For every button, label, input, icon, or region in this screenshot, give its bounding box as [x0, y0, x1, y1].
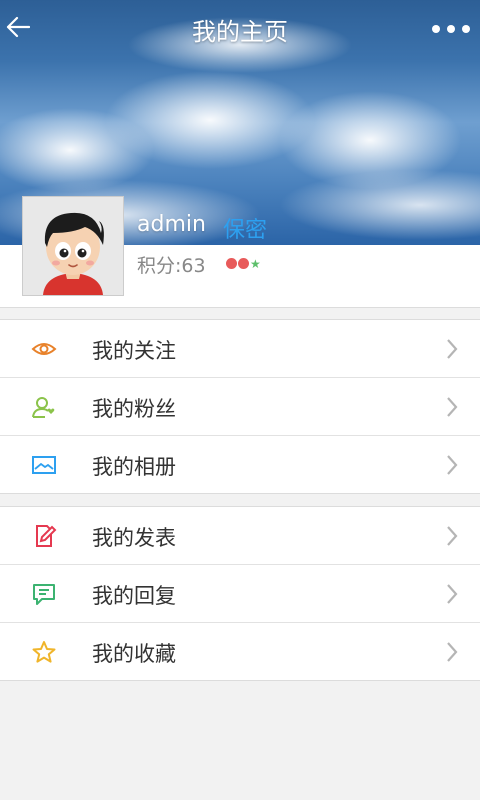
chevron-right-icon [447, 584, 458, 604]
page-title: 我的主页 [192, 18, 288, 46]
menu-item-replies[interactable]: 我的回复 [0, 565, 480, 623]
image-icon [32, 456, 56, 474]
menu-item-label: 我的回复 [92, 584, 176, 608]
avatar[interactable] [22, 196, 124, 296]
menu-item-album[interactable]: 我的相册 [0, 436, 480, 493]
level-indicator: ★ [226, 258, 261, 270]
top-bar: 我的主页 [0, 0, 480, 56]
star-outline-icon [32, 641, 56, 663]
menu-item-label: 我的相册 [92, 455, 176, 479]
username: admin [137, 212, 206, 237]
chevron-right-icon [447, 526, 458, 546]
chevron-right-icon [447, 455, 458, 475]
privacy-label: 保密 [223, 218, 268, 243]
chevron-right-icon [447, 642, 458, 662]
menu-group-2: 我的发表 我的回复 我的收藏 [0, 506, 480, 681]
user-heart-icon [32, 397, 55, 418]
eye-icon [31, 343, 57, 355]
menu-item-favorites[interactable]: 我的收藏 [0, 623, 480, 680]
level-dot [238, 258, 249, 269]
more-dots-icon [432, 25, 440, 33]
level-star-icon: ★ [250, 257, 261, 271]
menu-item-label: 我的发表 [92, 526, 176, 550]
menu-item-label: 我的关注 [92, 339, 176, 363]
comment-icon [33, 584, 55, 605]
edit-note-icon [36, 525, 57, 547]
chevron-right-icon [447, 339, 458, 359]
menu-group-1: 我的关注 我的粉丝 我的相册 [0, 319, 480, 494]
chevron-right-icon [447, 397, 458, 417]
menu-item-follows[interactable]: 我的关注 [0, 320, 480, 378]
menu-item-posts[interactable]: 我的发表 [0, 507, 480, 565]
level-dot [226, 258, 237, 269]
menu-item-label: 我的收藏 [92, 642, 176, 666]
menu-item-label: 我的粉丝 [92, 397, 176, 421]
menu-item-fans[interactable]: 我的粉丝 [0, 378, 480, 436]
more-button[interactable] [432, 14, 472, 42]
score-label: 积分:63 [137, 255, 206, 277]
